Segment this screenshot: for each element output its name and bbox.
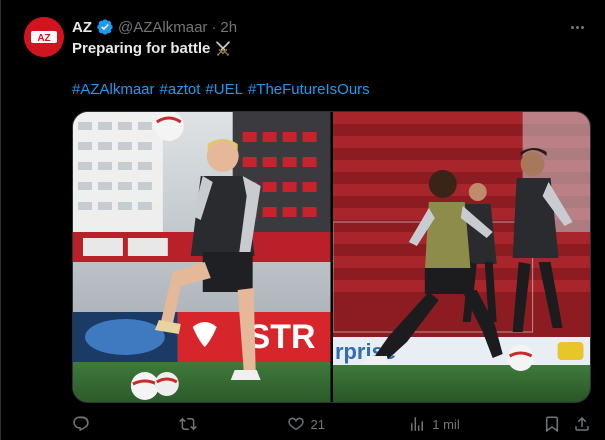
action-bar: 21 1 mil: [72, 412, 591, 436]
photo-right[interactable]: rprise: [332, 112, 590, 402]
crossed-swords-icon: [216, 41, 231, 56]
training-photo-left: STR: [73, 112, 331, 402]
reply-icon: [73, 416, 89, 432]
hashtag-list: #AZAlkmaar #aztot #UEL #TheFutureIsOurs: [72, 80, 370, 100]
hashtag-link[interactable]: #UEL: [205, 80, 243, 100]
tweet-text-content: Preparing for battle: [72, 40, 211, 57]
separator-dot: ·: [211, 18, 217, 36]
ad-board-text: STR: [248, 318, 316, 356]
media-grid: STR rprise: [72, 111, 591, 403]
views-button[interactable]: 1 mil: [408, 414, 460, 434]
tweet-header: AZ @AZAlkmaar · 2h: [72, 17, 237, 37]
action-group-right: [543, 414, 591, 434]
views-count: 1 mil: [432, 416, 460, 432]
tweet-article[interactable]: AZ AZ @AZAlkmaar · 2h Preparing for batt…: [0, 0, 605, 440]
like-button[interactable]: 21: [287, 414, 325, 434]
author-handle[interactable]: @AZAlkmaar: [118, 19, 207, 36]
bookmark-button[interactable]: [543, 414, 561, 434]
avatar-text: AZ: [37, 33, 50, 44]
tweet-text: Preparing for battle: [72, 39, 232, 59]
reply-button[interactable]: [72, 414, 96, 434]
more-options-icon[interactable]: [565, 17, 589, 37]
avatar[interactable]: AZ: [24, 17, 64, 57]
like-count: 21: [310, 416, 325, 432]
hashtag-link[interactable]: #TheFutureIsOurs: [248, 80, 370, 100]
hashtag-link[interactable]: #AZAlkmaar: [72, 80, 155, 100]
timestamp[interactable]: 2h: [220, 19, 237, 36]
hashtag-link[interactable]: #aztot: [160, 80, 201, 100]
bookmark-icon: [545, 416, 558, 433]
retweet-button[interactable]: [179, 414, 203, 434]
share-button[interactable]: [573, 414, 591, 434]
az-logo-icon: AZ: [24, 17, 64, 57]
views-icon: [411, 417, 424, 431]
heart-icon: [287, 417, 304, 431]
photo-left[interactable]: STR: [73, 112, 331, 402]
training-photo-right: rprise: [332, 112, 590, 402]
author-name[interactable]: AZ: [72, 19, 92, 36]
verified-badge-icon[interactable]: [96, 18, 114, 36]
retweet-icon: [179, 417, 198, 431]
share-icon: [575, 416, 589, 431]
